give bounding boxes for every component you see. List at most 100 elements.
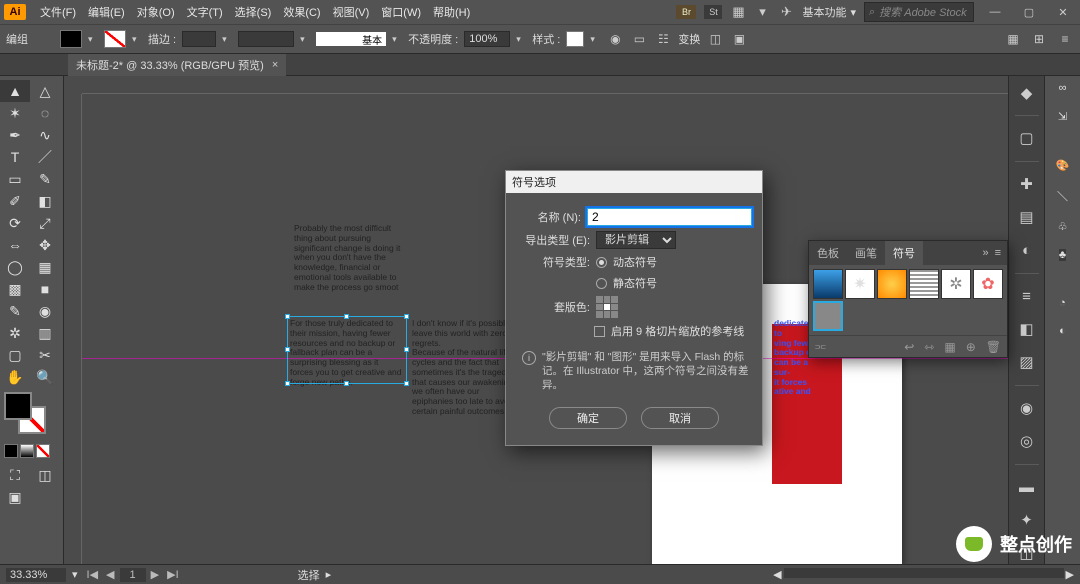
menu-help[interactable]: 帮助(H) (427, 4, 476, 20)
brushes-panel-icon[interactable]: ＼ (1057, 188, 1068, 204)
symbol-item[interactable] (877, 269, 907, 299)
selection-bounds[interactable] (287, 316, 407, 384)
asset-export-icon[interactable]: ◐ (1059, 325, 1066, 337)
search-stock-input[interactable]: ⌕ 搜索 Adobe Stock (864, 2, 974, 22)
place-symbol-icon[interactable]: ↩ (904, 340, 914, 354)
handle-w[interactable] (285, 347, 290, 352)
gradient-panel-icon[interactable]: ◧ (1016, 319, 1038, 340)
align-panel-icon[interactable]: ▬ (1016, 477, 1038, 498)
maximize-button[interactable]: ▢ (1016, 3, 1042, 21)
opacity-drop[interactable]: ▾ (516, 34, 526, 45)
menu-select[interactable]: 选择(S) (229, 4, 278, 20)
radio-dynamic[interactable] (596, 257, 607, 268)
symbols-panel-icon[interactable]: ♧ (1058, 220, 1068, 233)
export-icon[interactable]: ⇲ (1058, 110, 1067, 123)
rocket-icon[interactable]: ✈ (778, 4, 794, 20)
gpu-icon[interactable]: ▾ (754, 4, 770, 20)
handle-n[interactable] (344, 314, 349, 319)
artboards-icon[interactable]: ▢ (1016, 128, 1038, 149)
properties-panel-icon[interactable]: 🎨 (1056, 159, 1070, 172)
stroke-size-drop[interactable]: ▾ (222, 34, 232, 45)
cancel-button[interactable]: 取消 (641, 407, 719, 429)
symbol-item[interactable] (813, 269, 843, 299)
type-tool[interactable]: T (0, 146, 30, 168)
magicwand-tool[interactable]: ✶ (0, 102, 30, 124)
zoom-field[interactable]: 33.33% (6, 568, 66, 582)
symbol-item[interactable]: ✷ (845, 269, 875, 299)
brush-tool[interactable]: ✎ (30, 168, 60, 190)
ok-button[interactable]: 确定 (549, 407, 627, 429)
nav-first[interactable]: I◀ (84, 568, 102, 581)
scroll-right[interactable]: ▶ (1066, 568, 1074, 581)
minimize-button[interactable]: — (982, 3, 1008, 21)
artboard-tool[interactable]: ▢ (0, 344, 30, 366)
tab-symbols[interactable]: 符号 (885, 241, 923, 265)
menu-type[interactable]: 文字(T) (181, 4, 229, 20)
transform-label[interactable]: 变换 (678, 31, 700, 47)
width-tool[interactable]: ⇔ (0, 234, 30, 256)
export-type-select[interactable]: 影片剪辑 (596, 231, 676, 249)
menu-window[interactable]: 窗口(W) (375, 4, 427, 20)
panel-menu-icon[interactable]: ≡ (995, 247, 1001, 259)
eraser-tool[interactable]: ◧ (30, 190, 60, 212)
symbol-sprayer-tool[interactable]: ✲ (0, 322, 30, 344)
mini-none[interactable] (36, 444, 50, 458)
document-tab[interactable]: 未标题-2* @ 33.33% (RGB/GPU 预览) × (68, 54, 286, 76)
bridge-icon[interactable]: Br (676, 5, 696, 19)
menu-edit[interactable]: 编辑(E) (82, 4, 131, 20)
stroke-profile[interactable] (238, 31, 294, 47)
handle-nw[interactable] (285, 314, 290, 319)
appearance-panel-icon[interactable]: ◉ (1016, 398, 1038, 419)
graphic-styles-panel-icon[interactable]: ◎ (1016, 431, 1038, 452)
radio-static[interactable] (596, 278, 607, 289)
brush-drop[interactable]: ▾ (392, 34, 402, 45)
handle-sw[interactable] (285, 381, 290, 386)
symbols-panel[interactable]: 色板 画笔 符号 »≡ ✷ ✲ ✿ ⫗ ↩ ⇿ ▦ ⊕ 🗑 (808, 240, 1008, 358)
symbol-item[interactable]: ✿ (973, 269, 1003, 299)
style-swatch[interactable] (566, 31, 584, 47)
drawmode-tool[interactable]: ◫ (30, 464, 60, 486)
brush-preview[interactable]: 基本 (316, 32, 386, 46)
direct-select-tool[interactable]: △ (30, 80, 60, 102)
freetransform-tool[interactable]: ✥ (30, 234, 60, 256)
menu-view[interactable]: 视图(V) (327, 4, 376, 20)
snap-icon[interactable]: ⊞ (1030, 30, 1048, 48)
scroll-left[interactable]: ◀ (773, 568, 781, 581)
perspective-tool[interactable]: ▦ (30, 256, 60, 278)
tab-close-icon[interactable]: × (272, 59, 278, 71)
name-input[interactable] (587, 208, 752, 226)
rect-tool[interactable]: ▭ (0, 168, 30, 190)
blend-tool[interactable]: ◉ (30, 300, 60, 322)
nav-next[interactable]: ▶ (148, 568, 162, 581)
isolate-icon[interactable]: ▣ (730, 30, 748, 48)
lasso-tool[interactable]: ◌ (30, 102, 60, 124)
cc-libraries-icon[interactable]: ∞ (1059, 82, 1067, 94)
handle-ne[interactable] (404, 314, 409, 319)
symbol-library-icon[interactable]: ⫗ (815, 339, 826, 354)
libraries-panel-icon[interactable]: ✚ (1016, 174, 1038, 195)
ruler-horizontal[interactable] (82, 76, 1008, 94)
stock-icon[interactable]: St (704, 5, 722, 19)
stroke-profile-drop[interactable]: ▾ (300, 34, 310, 45)
menu-effect[interactable]: 效果(C) (277, 4, 326, 20)
nav-prev[interactable]: ◀ (103, 568, 117, 581)
hand-tool[interactable]: ✋ (0, 366, 30, 388)
tab-brushes[interactable]: 画笔 (847, 241, 885, 265)
stroke-panel-icon[interactable]: ≡ (1016, 286, 1038, 307)
rotate-tool[interactable]: ⟳ (0, 212, 30, 234)
layers-icon[interactable]: ◆ (1016, 82, 1038, 103)
text-block-1[interactable]: Probably the most difficult thing about … (294, 224, 406, 292)
curvature-tool[interactable]: ∿ (30, 124, 60, 146)
zoom-tool[interactable]: 🔍 (30, 366, 60, 388)
symbol-options-icon[interactable]: ▦ (944, 340, 955, 354)
handle-s[interactable] (344, 381, 349, 386)
menu-object[interactable]: 对象(O) (131, 4, 181, 20)
char-panel-icon[interactable]: ♣ (1059, 249, 1066, 261)
panel-collapse-icon[interactable]: » (982, 247, 988, 259)
break-link-icon[interactable]: ⇿ (924, 340, 934, 354)
handle-e[interactable] (404, 347, 409, 352)
align2-icon[interactable]: ☷ (654, 30, 672, 48)
mini-fill[interactable] (4, 444, 18, 458)
zoom-drop[interactable]: ▾ (72, 568, 78, 581)
swatches-panel-icon[interactable]: ▤ (1016, 207, 1038, 228)
